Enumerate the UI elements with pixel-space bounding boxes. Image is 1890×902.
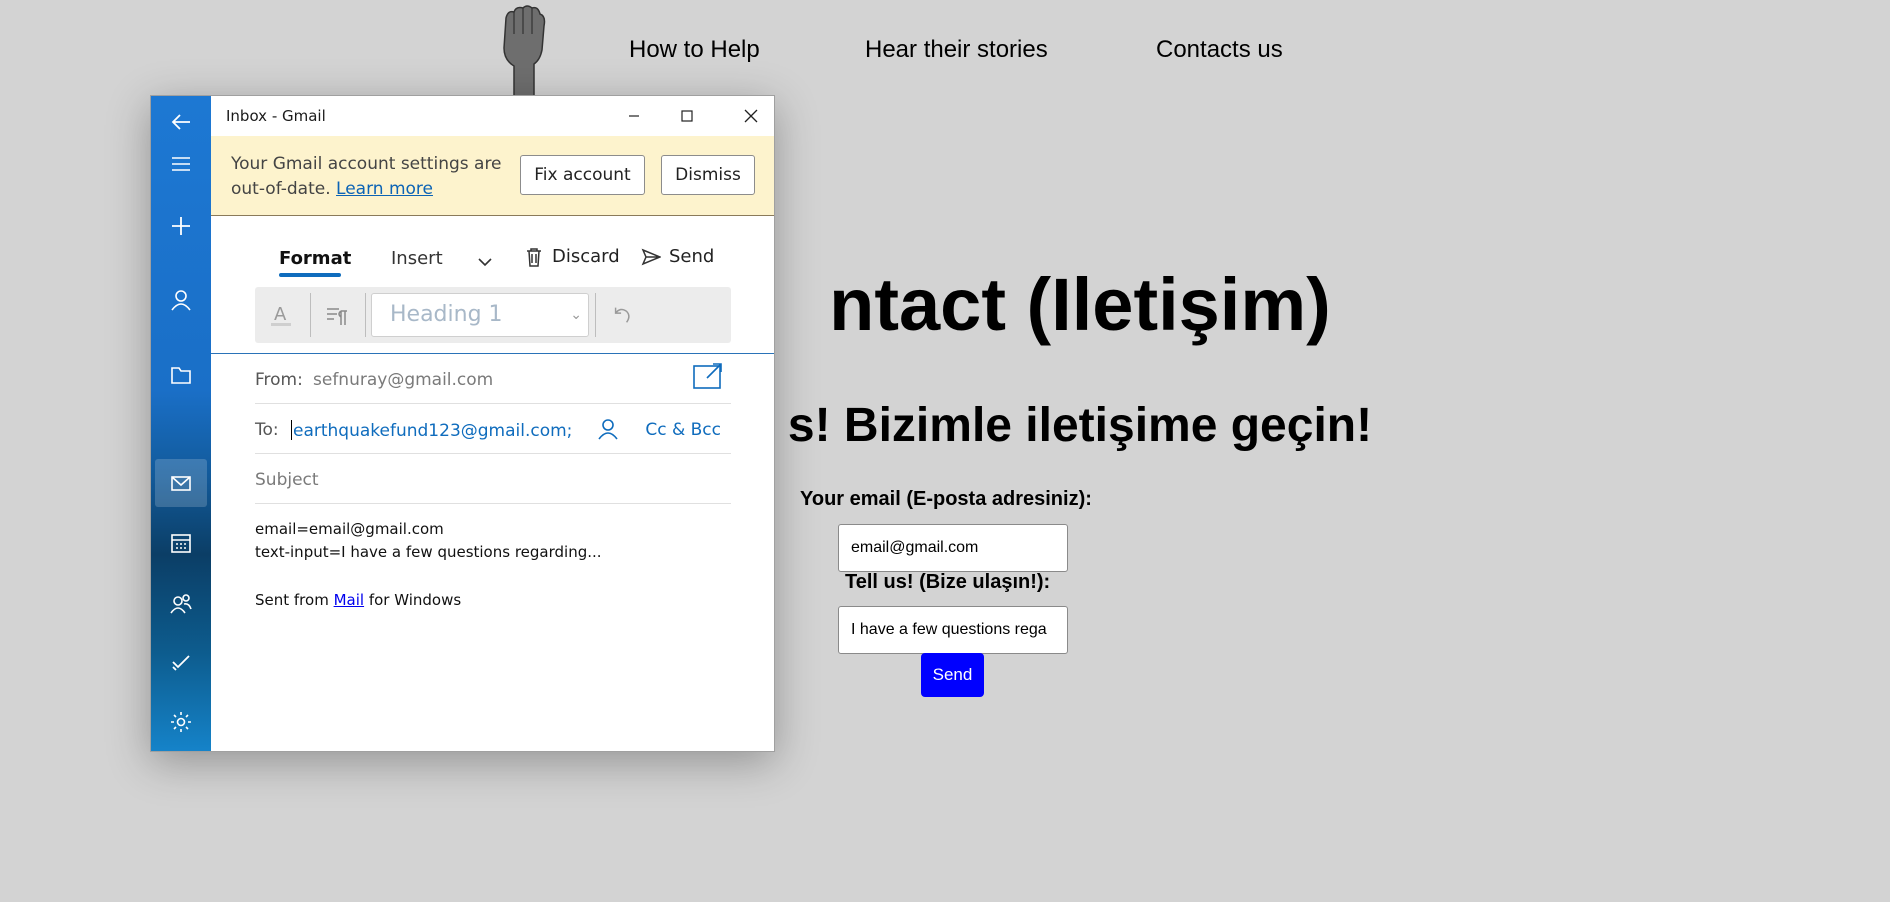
send-label: Send — [669, 246, 715, 267]
window-title: Inbox - Gmail — [226, 107, 326, 125]
cc-bcc-link[interactable]: Cc & Bcc — [645, 420, 721, 440]
from-label: From: — [255, 370, 303, 390]
compose-toolbar: Format Insert Discard Send — [211, 216, 774, 282]
message-input[interactable]: I have a few questions rega — [838, 606, 1068, 654]
mail-window: Inbox - Gmail Your Gmail account setting… — [150, 95, 775, 752]
send-icon — [641, 248, 661, 265]
email-label: Your email (E-posta adresiniz): — [800, 488, 1092, 510]
new-mail-plus-icon[interactable] — [155, 202, 207, 250]
close-icon[interactable] — [728, 96, 774, 136]
tab-insert[interactable]: Insert — [391, 248, 443, 269]
maximize-icon[interactable] — [664, 96, 710, 136]
people-icon[interactable] — [155, 579, 207, 627]
from-value[interactable]: sefnuray@gmail.com — [313, 370, 493, 390]
pop-out-icon[interactable] — [693, 362, 723, 390]
calendar-icon[interactable] — [155, 519, 207, 567]
fix-account-button[interactable]: Fix account — [520, 155, 645, 195]
dismiss-button[interactable]: Dismiss — [661, 155, 755, 195]
nav-how-to-help[interactable]: How to Help — [629, 36, 760, 64]
chevron-down-icon: ⌄ — [570, 307, 582, 323]
hamburger-menu-icon[interactable] — [155, 140, 207, 188]
minimize-icon[interactable] — [611, 96, 657, 136]
discard-button[interactable]: Discard — [524, 246, 620, 267]
to-row: To: earthquakefund123@gmail.com; Cc & Bc… — [255, 404, 731, 454]
chevron-down-icon[interactable] — [475, 252, 495, 272]
navigation-rail — [151, 96, 211, 751]
svg-text:A: A — [274, 304, 287, 325]
to-field[interactable]: earthquakefund123@gmail.com; — [291, 420, 572, 441]
contact-picker-icon[interactable] — [597, 418, 619, 440]
discard-label: Discard — [552, 246, 620, 267]
form-send-button[interactable]: Send — [921, 653, 984, 697]
nav-hear-their-stories[interactable]: Hear their stories — [865, 36, 1048, 64]
signature-prefix: Sent from — [255, 591, 334, 609]
tab-format[interactable]: Format — [279, 248, 351, 269]
message-label: Tell us! (Bize ulaşın!): — [845, 571, 1051, 593]
signature-suffix: for Windows — [364, 591, 462, 609]
body-line-text-input: text-input=I have a few questions regard… — [255, 543, 602, 561]
settings-gear-icon[interactable] — [155, 698, 207, 746]
ribbon-separator — [365, 293, 366, 337]
email-input[interactable]: email@gmail.com — [838, 524, 1068, 572]
font-color-icon[interactable]: A — [261, 295, 301, 335]
ribbon-separator — [595, 293, 596, 337]
trash-icon — [527, 247, 541, 267]
account-warning-banner: Your Gmail account settings are out-of-d… — [211, 136, 774, 216]
fist-logo — [496, 4, 552, 99]
todo-icon[interactable] — [155, 638, 207, 686]
mail-app-link[interactable]: Mail — [334, 591, 364, 609]
style-select-value: Heading 1 — [390, 302, 503, 327]
send-mail-button[interactable]: Send — [641, 246, 714, 267]
undo-icon[interactable] — [602, 295, 642, 335]
compose-area: From: sefnuray@gmail.com To: earthquakef… — [211, 353, 774, 751]
paragraph-style-select[interactable]: Heading 1 ⌄ — [371, 293, 589, 337]
learn-more-link[interactable]: Learn more — [336, 179, 433, 199]
ribbon-separator — [310, 293, 311, 337]
format-ribbon: A Heading 1 ⌄ — [255, 287, 731, 343]
window-titlebar: Inbox - Gmail — [211, 96, 774, 136]
text-caret — [291, 420, 292, 440]
active-tab-indicator — [279, 273, 341, 277]
account-icon[interactable] — [155, 276, 207, 324]
back-arrow-icon[interactable] — [155, 98, 207, 146]
to-value: earthquakefund123@gmail.com; — [293, 421, 573, 441]
body-line-email: email=email@gmail.com — [255, 520, 444, 538]
to-label: To: — [255, 420, 279, 440]
subject-row[interactable]: Subject — [255, 454, 731, 504]
folder-icon[interactable] — [155, 351, 207, 399]
nav-contacts-us[interactable]: Contacts us — [1156, 36, 1283, 64]
mail-icon[interactable] — [155, 459, 207, 507]
signature: Sent from Mail for Windows — [255, 591, 461, 609]
from-row: From: sefnuray@gmail.com — [255, 354, 731, 404]
banner-message: Your Gmail account settings are out-of-d… — [231, 152, 521, 202]
paragraph-format-icon[interactable] — [317, 295, 357, 335]
subject-input[interactable]: Subject — [255, 470, 319, 490]
